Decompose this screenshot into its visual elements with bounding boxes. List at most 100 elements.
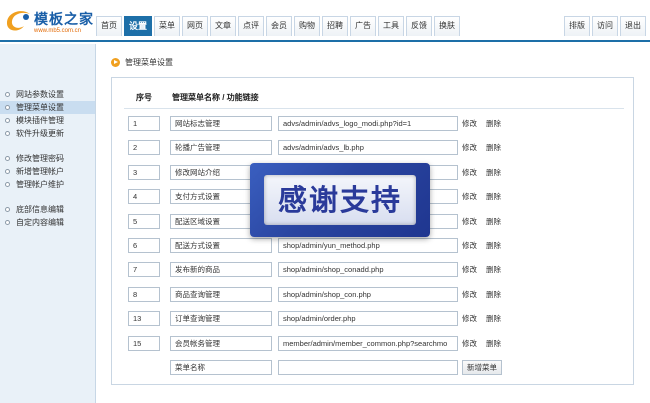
sidebar-item-label: 网站参数设置 bbox=[16, 90, 64, 99]
delete-link[interactable]: 删除 bbox=[486, 336, 501, 351]
menu-name-input[interactable]: 轮播广告管理 bbox=[170, 140, 272, 156]
bullet-icon bbox=[5, 169, 10, 174]
menu-name-input[interactable]: 发布新的商品 bbox=[170, 262, 272, 278]
bullet-icon bbox=[5, 131, 10, 136]
nav-tab-8[interactable]: 招聘 bbox=[322, 16, 349, 36]
sidebar: 网站参数设置管理菜单设置模块插件管理 软件升级更新 修改管理密码 新增管理帐户管理帐户… bbox=[0, 44, 96, 403]
sidebar-item-label: 新增管理帐户 bbox=[16, 167, 64, 176]
menu-link-input[interactable]: shop/admin/shop_con.php bbox=[278, 286, 458, 302]
menu-link-input[interactable]: shop/admin/yun_method.php bbox=[278, 238, 458, 253]
menu-link-input[interactable]: member/admin/member_common.php?searchmo bbox=[278, 335, 458, 351]
edit-link[interactable]: 修改 bbox=[462, 116, 477, 131]
sidebar-item[interactable]: 底部信息编辑 bbox=[0, 203, 95, 216]
nav-tab-5[interactable]: 点评 bbox=[238, 16, 265, 36]
nav-tab-3[interactable]: 网页 bbox=[182, 16, 209, 36]
nav-tab-0[interactable]: 首页 bbox=[96, 16, 122, 36]
bullet-icon bbox=[5, 92, 10, 97]
nav-tab-11[interactable]: 反馈 bbox=[406, 16, 433, 36]
nav-tab-4[interactable]: 文章 bbox=[210, 16, 237, 36]
delete-link[interactable]: 删除 bbox=[486, 262, 501, 277]
new-menu-name-input[interactable]: 菜单名称 bbox=[170, 360, 272, 375]
top-nav: 首页 设置 菜单 网页 文章 点评 会员 购物 招聘 广告 工具 反馈 换肤 bbox=[96, 16, 462, 36]
delete-link[interactable]: 删除 bbox=[486, 287, 501, 302]
nav-right-tab-1[interactable]: 访问 bbox=[592, 16, 618, 36]
edit-link[interactable]: 修改 bbox=[462, 140, 477, 155]
edit-link[interactable]: 修改 bbox=[462, 238, 477, 253]
sidebar-item[interactable]: 模块插件管理 bbox=[0, 114, 95, 127]
watermark-overlay: 感谢支持 bbox=[250, 163, 430, 237]
nav-tab-9[interactable]: 广告 bbox=[350, 16, 377, 36]
nav-right-tab-2[interactable]: 退出 bbox=[620, 16, 646, 36]
edit-link[interactable]: 修改 bbox=[462, 189, 477, 204]
order-number-input[interactable]: 5 bbox=[128, 213, 160, 229]
sidebar-item[interactable]: 管理菜单设置 bbox=[0, 101, 95, 114]
edit-link[interactable]: 修改 bbox=[462, 311, 477, 326]
nav-tab-6[interactable]: 会员 bbox=[266, 16, 293, 36]
order-number-input[interactable]: 4 bbox=[128, 189, 160, 205]
delete-link[interactable]: 删除 bbox=[486, 238, 501, 253]
top-nav-right: 排版 访问 退出 bbox=[562, 16, 646, 36]
sidebar-group-0: 网站参数设置管理菜单设置模块插件管理 软件升级更新 bbox=[0, 88, 95, 140]
sidebar-item-label: 修改管理密码 bbox=[16, 154, 64, 163]
sidebar-group-2: 底部信息编辑自定内容编辑 bbox=[0, 203, 95, 229]
delete-link[interactable]: 删除 bbox=[486, 311, 501, 326]
order-number-input[interactable]: 6 bbox=[128, 238, 160, 253]
nav-tab-12[interactable]: 换肤 bbox=[434, 16, 461, 36]
menu-link-input[interactable]: advs/admin/advs_logo_modi.php?id=1 bbox=[278, 116, 458, 131]
watermark-text: 感谢支持 bbox=[277, 183, 402, 217]
delete-link[interactable]: 删除 bbox=[486, 116, 501, 131]
header: 模板之家 www.mb5.com.cn 首页 设置 菜单 网页 文章 点评 会员 购物 招聘 广告… bbox=[0, 0, 650, 42]
logo[interactable]: 模板之家 www.mb5.com.cn bbox=[4, 4, 96, 38]
sidebar-item-label: 软件升级更新 bbox=[16, 129, 64, 138]
menu-name-input[interactable]: 网站标志管理 bbox=[170, 116, 272, 131]
sidebar-item[interactable]: 网站参数设置 bbox=[0, 88, 95, 101]
sidebar-item[interactable]: 修改管理密码 bbox=[0, 152, 95, 165]
menu-link-input[interactable]: shop/admin/shop_conadd.php bbox=[278, 262, 458, 278]
bullet-icon bbox=[5, 156, 10, 161]
order-number-input[interactable]: 1 bbox=[128, 116, 160, 131]
order-number-input[interactable]: 3 bbox=[128, 164, 160, 180]
page-header: 管理菜单设置 bbox=[111, 56, 173, 68]
nav-right-tab-0[interactable]: 排版 bbox=[564, 16, 590, 36]
sidebar-item[interactable]: 软件升级更新 bbox=[0, 127, 95, 140]
table-row: 1 网站标志管理 advs/admin/advs_logo_modi.php?id=… bbox=[112, 116, 635, 132]
delete-link[interactable]: 删除 bbox=[486, 214, 501, 229]
sidebar-item[interactable]: 管理帐户维护 bbox=[0, 178, 95, 191]
bullet-icon bbox=[5, 118, 10, 123]
menu-link-input[interactable]: advs/admin/advs_lb.php bbox=[278, 140, 458, 156]
edit-link[interactable]: 修改 bbox=[462, 214, 477, 229]
sidebar-item-label: 自定内容编辑 bbox=[16, 218, 64, 227]
delete-link[interactable]: 删除 bbox=[486, 165, 501, 180]
sidebar-item[interactable]: 自定内容编辑 bbox=[0, 216, 95, 229]
table-row: 13 订单查询管理 shop/admin/order.php 修改 删除 bbox=[112, 311, 635, 327]
add-menu-button[interactable]: 新增菜单 bbox=[462, 360, 502, 375]
edit-link[interactable]: 修改 bbox=[462, 262, 477, 277]
nav-tab-1[interactable]: 设置 bbox=[124, 16, 153, 36]
edit-link[interactable]: 修改 bbox=[462, 336, 477, 351]
menu-name-input[interactable]: 配送方式设置 bbox=[170, 238, 272, 253]
edit-link[interactable]: 修改 bbox=[462, 287, 477, 302]
menu-name-input[interactable]: 订单查询管理 bbox=[170, 311, 272, 327]
new-menu-row: 菜单名称 新增菜单 bbox=[112, 360, 635, 376]
order-number-input[interactable]: 8 bbox=[128, 286, 160, 302]
delete-link[interactable]: 删除 bbox=[486, 189, 501, 204]
arrow-bullet-icon bbox=[111, 57, 120, 67]
delete-link[interactable]: 删除 bbox=[486, 140, 501, 155]
column-header-name-link: 管理菜单名称 / 功能链接 bbox=[172, 93, 259, 102]
menu-name-input[interactable]: 商品查询管理 bbox=[170, 286, 272, 302]
order-number-input[interactable]: 15 bbox=[128, 335, 160, 351]
edit-link[interactable]: 修改 bbox=[462, 165, 477, 180]
order-number-input[interactable]: 7 bbox=[128, 262, 160, 278]
order-number-input[interactable]: 13 bbox=[128, 311, 160, 327]
logo-url: www.mb5.com.cn bbox=[34, 28, 82, 34]
menu-link-input[interactable]: shop/admin/order.php bbox=[278, 311, 458, 327]
order-number-input[interactable]: 2 bbox=[128, 140, 160, 156]
nav-tab-10[interactable]: 工具 bbox=[378, 16, 405, 36]
nav-tab-2[interactable]: 菜单 bbox=[154, 16, 181, 36]
nav-tab-7[interactable]: 购物 bbox=[294, 16, 321, 36]
sidebar-item[interactable]: 新增管理帐户 bbox=[0, 165, 95, 178]
bullet-icon bbox=[5, 105, 10, 110]
menu-name-input[interactable]: 会员帐务管理 bbox=[170, 335, 272, 351]
new-menu-link-input[interactable] bbox=[278, 360, 458, 375]
sidebar-item-label: 模块插件管理 bbox=[16, 116, 64, 125]
